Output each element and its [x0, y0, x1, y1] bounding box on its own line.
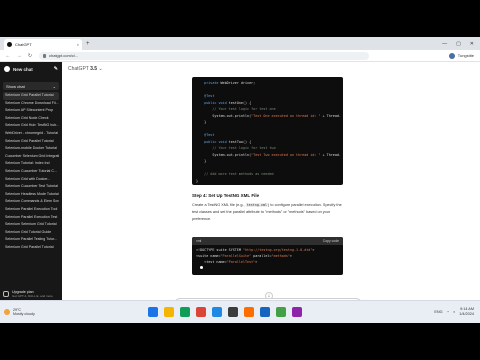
forward-button[interactable]: → — [16, 53, 22, 59]
browser-tab[interactable]: ChatGPT × — [4, 39, 82, 50]
new-tab-button[interactable]: + — [86, 41, 90, 47]
sidebar-chat-item[interactable]: Selenium Selenium Grid Tutorial — [3, 221, 59, 229]
sidebar-chat-item[interactable]: Cucumber Selenium Grid Integrati... — [3, 153, 59, 161]
windows-taskbar: 29°C Mostly cloudy ENG ◔ ◖ 9:14 AM 1/4/2… — [0, 300, 480, 323]
sidebar-chat-item[interactable]: Selenium Cucumber Tutorial C... — [3, 168, 59, 176]
sidebar-chat-item[interactable]: Selenium Grid Hub: TestNG hub... — [3, 122, 59, 130]
code-line: <test name="ParallelTest"> — [196, 260, 258, 264]
sidebar-chat-item[interactable]: Selenium Chrome Download Fil... — [3, 100, 59, 108]
lock-icon — [43, 53, 46, 58]
sidebar-chat-item[interactable]: Selenium Cucumber Test Tutorial — [3, 183, 59, 191]
copy-code-button[interactable]: Copy code — [323, 239, 339, 243]
profile-avatar — [448, 52, 455, 59]
show-chats-dropdown[interactable]: Show chat ⌄ — [3, 82, 59, 90]
sidebar-chat-item[interactable]: Selenium Grid Parallel Tutorial — [3, 92, 59, 100]
desktop-screen: ChatGPT × + — ▢ ✕ ← → ↻ chatgpt.com/c/..… — [0, 37, 480, 323]
profile-name: Tungstite — [457, 53, 474, 58]
show-chats-label: Show chat — [6, 83, 25, 89]
chatgpt-favicon-icon — [7, 42, 12, 47]
taskbar-apps — [148, 307, 302, 317]
taskbar-app-icon[interactable] — [212, 307, 222, 317]
upgrade-subtitle: Get GPT-4, DALL·E, and more — [12, 294, 53, 298]
sidebar-chat-item[interactable]: Selenium Parallel Execution Test — [3, 214, 59, 222]
system-tray: ENG ◔ ◖ 9:14 AM 1/4/2024 — [434, 307, 480, 316]
step-heading: Step 4: Set Up TestNG XML File — [192, 193, 260, 198]
para-text-pre: Create a TestNG XML file (e.g., — [192, 203, 246, 207]
chat-history-list: Selenium Grid Parallel Tutorial Selenium … — [0, 92, 62, 251]
inline-code: testng.xml — [245, 203, 269, 207]
java-code-block: private WebDriver driver; @Test public v… — [192, 77, 343, 185]
window-controls: — ▢ ✕ — [442, 41, 480, 47]
sidebar-chat-item[interactable]: Selenium Commands & Elem Scro... — [3, 198, 59, 206]
new-chat-button[interactable]: New chat ✎ — [0, 62, 62, 76]
typing-cursor — [200, 266, 203, 269]
language-indicator[interactable]: ENG — [434, 310, 442, 314]
taskbar-app-icon[interactable] — [276, 307, 286, 317]
step-paragraph: Create a TestNG XML file (e.g., testng.x… — [192, 202, 342, 222]
address-bar-row: ← → ↻ chatgpt.com/c/... Tungstite — [0, 50, 480, 62]
sidebar-chat-item[interactable]: Selenium Parallel Testing Tutor... — [3, 236, 59, 244]
minimize-button[interactable]: — — [442, 41, 447, 47]
edit-icon: ✎ — [53, 66, 58, 72]
model-name: ChatGPT — [68, 66, 89, 72]
code-language: xml — [196, 239, 202, 243]
weather-temp: 29°C — [13, 307, 22, 312]
taskbar-app-icon[interactable] — [292, 307, 302, 317]
weather-desc: Mostly cloudy — [13, 312, 35, 316]
wifi-icon[interactable]: ◔ — [447, 310, 449, 314]
xml-code-block: xml Copy code <!DOCTYPE suite SYSTEM "ht… — [192, 237, 343, 275]
sidebar-chat-item[interactable]: Selenium Grid with Docker... — [3, 176, 59, 184]
sidebar-chat-item[interactable]: Selenium Grid Node Check — [3, 115, 59, 123]
sidebar-chat-item[interactable]: Selenium-mobile Docker Tutorial — [3, 145, 59, 153]
new-chat-label: New chat — [13, 66, 33, 72]
taskbar-app-icon[interactable] — [180, 307, 190, 317]
chat-main: ChatGPT 3.5 ⌄ private WebDriver driver; … — [62, 62, 480, 323]
clock-date: 1/4/2024 — [459, 312, 474, 316]
volume-icon[interactable]: ◖ — [453, 310, 455, 314]
sidebar-chat-item[interactable]: Selenium Parallel Execution Tool — [3, 206, 59, 214]
close-tab-icon[interactable]: × — [77, 42, 79, 47]
taskbar-app-icon[interactable] — [228, 307, 238, 317]
chevron-down-icon: ⌄ — [52, 83, 56, 89]
profile-button[interactable]: Tungstite — [448, 52, 480, 59]
sidebar: New chat ✎ Show chat ⌄ Selenium Grid Par… — [0, 62, 62, 323]
back-button[interactable]: ← — [5, 53, 11, 59]
taskbar-app-icon[interactable] — [164, 307, 174, 317]
sidebar-chat-item[interactable]: WebDriver - chromegrid - Tutorial — [3, 130, 59, 138]
reload-button[interactable]: ↻ — [27, 53, 33, 59]
taskbar-app-icon[interactable] — [260, 307, 270, 317]
xml-code-body: <!DOCTYPE suite SYSTEM "http://testng.or… — [192, 245, 343, 273]
upgrade-icon — [3, 291, 9, 297]
chevron-down-icon: ⌄ — [98, 66, 103, 72]
sidebar-chat-item[interactable]: Selenium AP Sitecontent Prop — [3, 107, 59, 115]
code-block-header: xml Copy code — [192, 237, 343, 245]
clock[interactable]: 9:14 AM 1/4/2024 — [459, 307, 474, 316]
taskbar-app-icon[interactable] — [244, 307, 254, 317]
maximize-button[interactable]: ▢ — [456, 41, 461, 47]
weather-icon — [4, 309, 10, 315]
address-text: chatgpt.com/c/... — [49, 53, 79, 58]
sidebar-chat-item[interactable]: Selenium Grid Tutorial Guide — [3, 229, 59, 237]
tab-title: ChatGPT — [15, 42, 32, 47]
sidebar-chat-item[interactable]: Selenium Headless Mode Tutorial — [3, 191, 59, 199]
sidebar-chat-item[interactable]: Selenium Grid Parallel Tutorial — [3, 244, 59, 252]
chatgpt-logo-icon — [4, 66, 10, 72]
weather-widget[interactable]: 29°C Mostly cloudy — [4, 308, 35, 317]
upgrade-plan-button[interactable]: Upgrade plan Get GPT-4, DALL·E, and more — [3, 290, 53, 298]
model-selector[interactable]: ChatGPT 3.5 ⌄ — [68, 66, 103, 72]
sidebar-chat-item[interactable]: Selenium Tutorial: Index Ind — [3, 160, 59, 168]
clock-time: 9:14 AM — [460, 307, 474, 312]
taskbar-app-icon[interactable] — [196, 307, 206, 317]
browser-tabbar: ChatGPT × + — ▢ ✕ — [0, 37, 480, 50]
close-window-button[interactable]: ✕ — [470, 41, 474, 47]
code-line: } — [196, 178, 199, 183]
taskbar-app-icon[interactable] — [148, 307, 158, 317]
address-input[interactable]: chatgpt.com/c/... — [39, 51, 369, 60]
model-version: 3.5 — [90, 66, 98, 72]
sidebar-chat-item[interactable]: Selenium Grid Parallel Tutorial — [3, 138, 59, 146]
